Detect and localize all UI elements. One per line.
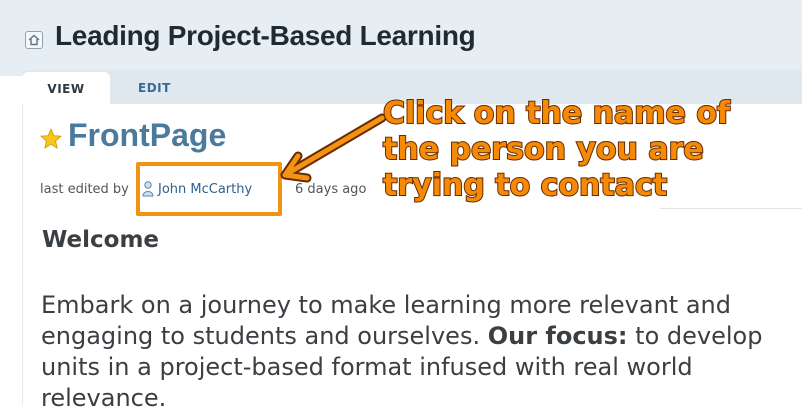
callout-line: Click on the name of xyxy=(382,95,731,132)
divider xyxy=(660,208,802,209)
callout-text: Click on the name of the person you are … xyxy=(382,95,783,204)
star-icon[interactable] xyxy=(40,128,62,150)
body-text-bold: Our focus: xyxy=(487,322,628,350)
tab-view[interactable]: VIEW xyxy=(22,72,110,104)
edit-time: 6 days ago xyxy=(295,182,367,197)
callout-line: the person you are xyxy=(382,131,705,168)
tab-edit[interactable]: EDIT xyxy=(138,72,171,104)
welcome-paragraph: Embark on a journey to make learning mor… xyxy=(41,290,801,414)
page-title: FrontPage xyxy=(68,117,227,153)
highlight-box xyxy=(136,162,282,216)
callout-line: trying to contact xyxy=(382,167,668,204)
section-heading: Welcome xyxy=(42,227,160,253)
wiki-title: Leading Project-Based Learning xyxy=(55,20,476,51)
last-edited-label: last edited by xyxy=(40,182,129,197)
home-icon[interactable] xyxy=(25,31,43,49)
